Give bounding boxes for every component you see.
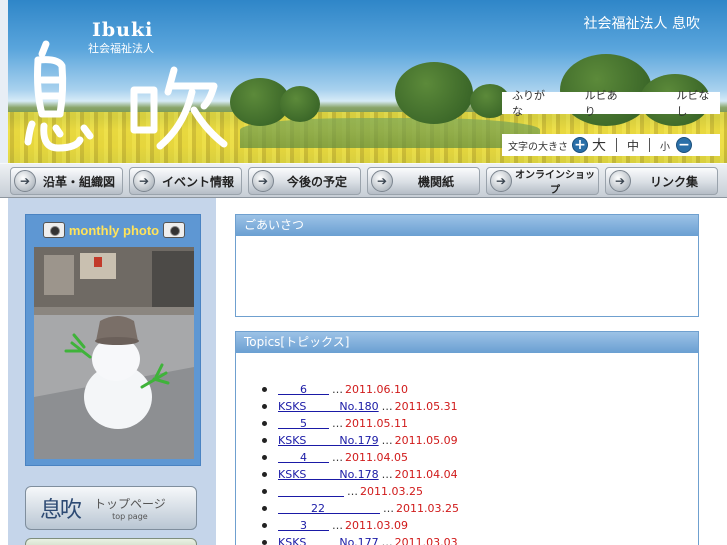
camera-icon [163, 222, 186, 238]
topic-dots: … [381, 400, 393, 413]
topic-link[interactable]: 4 [278, 451, 329, 464]
nav-label: 沿革・組織図 [42, 174, 115, 189]
topic-dots: … [332, 451, 343, 464]
monthly-photo-box: monthly photo [25, 214, 201, 466]
top-page-sublabel: top page [112, 512, 148, 521]
nav-label: オンラインショップ [515, 170, 595, 196]
header-edge [0, 0, 8, 163]
topic-date: 2011.03.03 [394, 536, 458, 545]
nav-item-links[interactable]: ➔ リンク集 [605, 167, 718, 195]
font-size-label: 文字の大きさ [508, 141, 568, 153]
list-item: 6 … 2011.06.10 [262, 381, 698, 398]
divider [649, 138, 651, 152]
arrow-right-icon: ➔ [490, 170, 512, 192]
nav-item-events[interactable]: ➔ イベント情報 [129, 167, 242, 195]
list-item: 4 … 2011.04.05 [262, 449, 698, 466]
arrow-right-icon: ➔ [371, 170, 393, 192]
nav-item-shop[interactable]: ➔ オンラインショップ [486, 167, 599, 196]
greeting-panel: ごあいさつ [235, 214, 699, 317]
top-page-text: トップページ top page [94, 495, 166, 521]
topic-dots: … [332, 383, 343, 396]
list-item: 3 … 2011.03.09 [262, 517, 698, 534]
topic-date: 2011.04.04 [394, 468, 458, 481]
logo-text-en: Ibuki [92, 19, 154, 41]
nav-label: リンク集 [649, 174, 698, 189]
topic-dots: … [381, 434, 393, 447]
ibuki-logo-icon: 息吹 [40, 498, 82, 523]
topic-link[interactable]: 5 [278, 417, 329, 430]
topic-date: 2011.05.11 [345, 417, 408, 430]
font-large-button[interactable]: 大 [592, 135, 606, 155]
monthly-photo-header: monthly photo [26, 221, 202, 239]
monthly-photo-title: monthly photo [68, 222, 160, 238]
list-item: KSKS No.178… 2011.04.04 [262, 466, 698, 483]
topics-panel: Topics[トピックス] 6 … 2011.06.10 KSKS No.180…… [235, 331, 699, 545]
topic-link[interactable]: KSKS No.179 [278, 434, 379, 447]
ruby-on-link[interactable]: ルビあり [585, 87, 629, 119]
topic-dots: … [383, 502, 394, 515]
topic-dots: … [332, 417, 343, 430]
arrow-right-icon: ➔ [133, 170, 155, 192]
font-medium-button[interactable]: 中 [627, 137, 639, 154]
nav-item-bulletin[interactable]: ➔ 機関紙 [367, 167, 480, 195]
topic-date: 2011.05.31 [394, 400, 458, 413]
divider [616, 138, 617, 152]
topic-date: 2011.03.25 [360, 485, 423, 498]
topic-link[interactable]: 22 [278, 502, 380, 515]
topic-link[interactable]: KSKS No.178 [278, 468, 379, 481]
topics-title: Topics[トピックス] [236, 332, 698, 353]
topic-date: 2011.03.09 [345, 519, 408, 532]
list-item: KSKS No.179… 2011.05.09 [262, 432, 698, 449]
nav-item-schedule[interactable]: ➔ 今後の予定 [248, 167, 361, 195]
ruby-toggle-bar: ふりがな ルビあり ルビなし [502, 89, 720, 118]
top-page-button[interactable]: 息吹 トップページ top page [25, 486, 197, 530]
ruby-label: ふりがな [512, 89, 545, 118]
topic-link[interactable]: KSKS No.180 [278, 400, 379, 413]
arrow-right-icon: ➔ [609, 170, 631, 192]
main-nav: ➔ 沿革・組織図 ➔ イベント情報 ➔ 今後の予定 ➔ 機関紙 ➔ オンラインシ… [0, 163, 727, 198]
snowman-photo[interactable] [34, 247, 194, 459]
topic-link[interactable]: 3 [278, 519, 329, 532]
camera-icon [42, 222, 65, 238]
list-item: 22 … 2011.03.25 [262, 500, 698, 517]
tree [280, 86, 320, 122]
topic-dots: … [332, 519, 343, 532]
ruby-off-link[interactable]: ルビなし [676, 87, 720, 119]
topic-dots: … [347, 485, 358, 498]
topic-link[interactable] [278, 485, 344, 498]
sidebar-banner-button[interactable] [25, 538, 197, 545]
topic-link[interactable]: KSKS No.177 [278, 536, 379, 545]
list-item: KSKS No.177… 2011.03.03 [262, 534, 698, 545]
topic-date: 2011.03.25 [396, 502, 459, 515]
plus-icon[interactable]: + [572, 137, 588, 153]
list-item: KSKS No.180… 2011.05.31 [262, 398, 698, 415]
top-page-label: トップページ [94, 497, 166, 511]
list-item: … 2011.03.25 [262, 483, 698, 500]
topic-link[interactable]: 6 [278, 383, 329, 396]
nav-label: 今後の予定 [286, 174, 347, 189]
list-item: 5 … 2011.05.11 [262, 415, 698, 432]
grass-field [240, 118, 540, 148]
topic-dots: … [381, 536, 393, 545]
logo-text-jp: 社会福祉法人 [88, 42, 154, 55]
topic-date: 2011.06.10 [345, 383, 408, 396]
minus-icon[interactable]: − [676, 137, 693, 153]
snowman-image [34, 247, 194, 459]
font-small-button[interactable]: 小 [660, 138, 670, 153]
nav-label: イベント情報 [161, 174, 234, 189]
font-size-bar: 文字の大きさ + 大 中 小 − [502, 134, 720, 156]
topics-list: 6 … 2011.06.10 KSKS No.180… 2011.05.31 5 …… [236, 353, 698, 545]
header-banner: Ibuki 社会福祉法人 社会福祉法人 息吹 ふりがな ルビあり ルビなし 文字… [0, 0, 727, 163]
tree [395, 62, 473, 124]
topic-dots: … [381, 468, 393, 481]
arrow-right-icon: ➔ [14, 170, 36, 192]
sidebar: monthly photo 息吹 トップページ top page [8, 198, 216, 545]
topic-date: 2011.04.05 [345, 451, 408, 464]
arrow-right-icon: ➔ [252, 170, 274, 192]
topic-date: 2011.05.09 [394, 434, 458, 447]
organization-name: 社会福祉法人 息吹 [583, 16, 700, 32]
nav-label: 機関紙 [417, 174, 454, 189]
nav-item-history[interactable]: ➔ 沿革・組織図 [10, 167, 123, 195]
greeting-title: ごあいさつ [236, 215, 698, 236]
